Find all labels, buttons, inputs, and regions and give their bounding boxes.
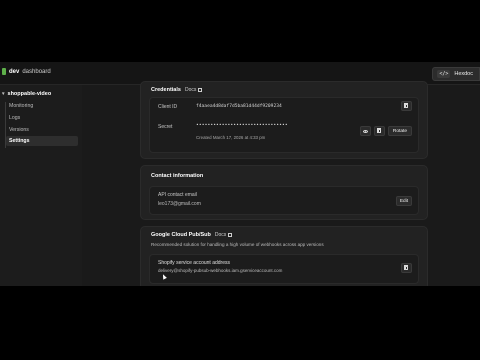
card-heading: Contact information (151, 173, 204, 179)
app-selector[interactable]: ▾ shoppable-video (2, 91, 51, 97)
shopify-logo-icon (2, 68, 6, 75)
edit-email-button[interactable]: Edit (396, 196, 412, 206)
copy-secret-button[interactable] (374, 126, 385, 136)
docs-link[interactable]: Docs (184, 87, 203, 93)
reveal-secret-button[interactable] (360, 126, 371, 136)
brand[interactable]: dev dashboard (2, 68, 51, 75)
client-id-label: Client ID (158, 104, 178, 110)
copy-icon (376, 128, 382, 134)
credentials-title: Credentials Docs (151, 87, 203, 93)
sidebar-item-label: Versions (9, 127, 29, 133)
contact-card: Contact information API contact email le… (140, 165, 428, 220)
secret-label: Secret (158, 124, 173, 130)
app-name-label: shoppable-video (7, 91, 52, 97)
docs-label: Docs (184, 87, 197, 93)
main-content: Credentials Docs Client ID f4aaea4d8daf7… (82, 81, 480, 286)
service-account-label: Shopify service account address (158, 260, 230, 266)
brand-name: dev (9, 68, 20, 75)
secret-created-date: Created March 17, 2026 at 4:33 pm (196, 135, 266, 140)
copy-service-account-button[interactable] (401, 263, 412, 273)
docs-label: Docs (214, 232, 227, 238)
external-link-icon (228, 233, 233, 237)
pubsub-panel: Shopify service account address delivery… (149, 254, 419, 284)
email-value: leo173@gmail.com (158, 201, 201, 207)
chevron-down-icon: ▾ (2, 91, 5, 97)
external-link-icon (198, 88, 203, 92)
code-icon: </> (437, 70, 451, 78)
app-window: dev dashboard </> Hexdoc ▾ shoppable-vid… (0, 62, 480, 286)
contact-panel: API contact email leo173@gmail.com Edit (149, 186, 419, 215)
copy-icon (403, 103, 409, 109)
sidebar-item-label: Settings (9, 138, 30, 144)
sidebar-item-label: Logs (9, 115, 21, 121)
credentials-card: Credentials Docs Client ID f4aaea4d8daf7… (140, 81, 428, 159)
sidebar-item-label: Monitoring (9, 103, 34, 109)
card-heading: Credentials (151, 87, 181, 93)
copy-icon (403, 265, 409, 271)
client-id-value: f4aaea4d8daf7d5ba81d44df9209234 (196, 104, 282, 109)
contact-title: Contact information (151, 173, 203, 179)
sidebar-item-monitoring[interactable]: Monitoring (6, 101, 78, 111)
sidebar-item-versions[interactable]: Versions (6, 125, 78, 135)
header-button[interactable]: </> Hexdoc (432, 67, 480, 81)
service-account-value: delivery@shopify-pubsub-webhooks.iam.gse… (158, 268, 283, 273)
eye-icon (363, 129, 368, 133)
sidebar-item-settings[interactable]: Settings (6, 136, 78, 146)
pubsub-description: Recommended solution for handling a high… (151, 242, 324, 247)
credentials-panel: Client ID f4aaea4d8daf7d5ba81d44df920923… (149, 97, 419, 153)
secret-value: •••••••••••••••••••••••••••••••• (196, 123, 288, 128)
sidebar-item-logs[interactable]: Logs (6, 113, 78, 123)
pubsub-card: Google Cloud Pub/Sub Docs Recommended so… (140, 226, 428, 286)
header-button-label: Hexdoc (454, 71, 473, 77)
copy-client-id-button[interactable] (401, 101, 412, 111)
rotate-button[interactable]: Rotate (388, 126, 412, 136)
docs-link[interactable]: Docs (214, 232, 233, 238)
pubsub-title: Google Cloud Pub/Sub Docs (151, 232, 233, 238)
card-heading: Google Cloud Pub/Sub (151, 232, 211, 238)
email-label: API contact email (158, 192, 197, 198)
sidebar: ▾ shoppable-video Monitoring Logs Versio… (0, 85, 82, 286)
brand-subtitle: dashboard (22, 68, 51, 75)
